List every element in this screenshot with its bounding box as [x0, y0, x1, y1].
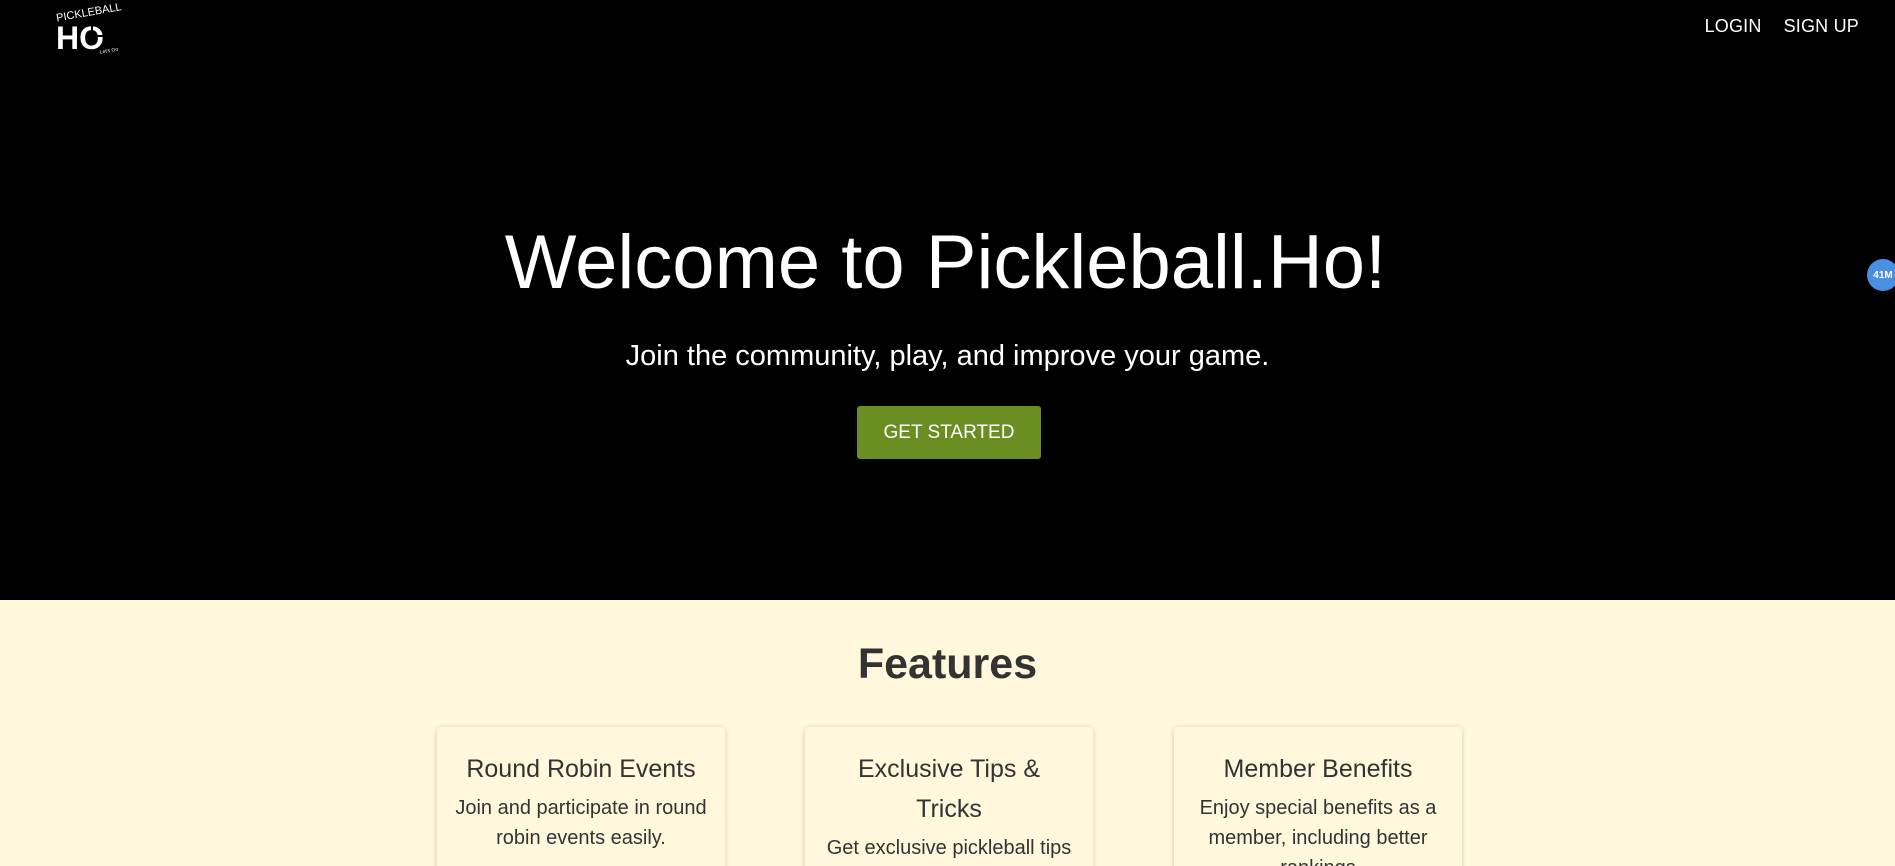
get-started-button[interactable]: GET STARTED [857, 406, 1041, 459]
feature-card-round-robin[interactable]: Round Robin Events Join and participate … [437, 727, 725, 866]
svg-text:HO: HO [56, 20, 104, 56]
login-link[interactable]: LOGIN [1705, 14, 1762, 38]
site-header: PICKLEBALL HO Let's Go LOGIN SIGN UP [0, 0, 1895, 60]
hero-section: Welcome to Pickleball.Ho! Join the commu… [0, 0, 1895, 600]
hero-title: Welcome to Pickleball.Ho! [504, 220, 1387, 305]
feature-card-title: Exclusive Tips & Tricks [857, 755, 1040, 823]
hero-subtitle: Join the community, play, and improve yo… [625, 340, 1270, 372]
site-logo[interactable]: PICKLEBALL HO Let's Go [52, 2, 130, 60]
features-title: Features [857, 640, 1038, 688]
feature-card-description: Enjoy special benefits as a member, incl… [1199, 797, 1437, 866]
feature-card-title: Member Benefits [1223, 755, 1413, 783]
top-nav: LOGIN SIGN UP [1705, 14, 1859, 38]
feature-card-member-benefits[interactable]: Member Benefits Enjoy special benefits a… [1174, 727, 1462, 866]
pickleball-ho-logo-icon: PICKLEBALL HO Let's Go [55, 2, 122, 56]
floating-badge[interactable]: 41M [1867, 259, 1895, 291]
features-section: Features Round Robin Events Join and par… [0, 600, 1895, 866]
feature-card-description: Get exclusive pickleball tips [826, 837, 1072, 859]
feature-card-description: Join and participate in round robin even… [455, 797, 707, 849]
signup-link[interactable]: SIGN UP [1784, 14, 1859, 38]
feature-card-tips-tricks[interactable]: Exclusive Tips & Tricks Get exclusive pi… [805, 727, 1093, 866]
feature-card-title: Round Robin Events [466, 755, 696, 783]
